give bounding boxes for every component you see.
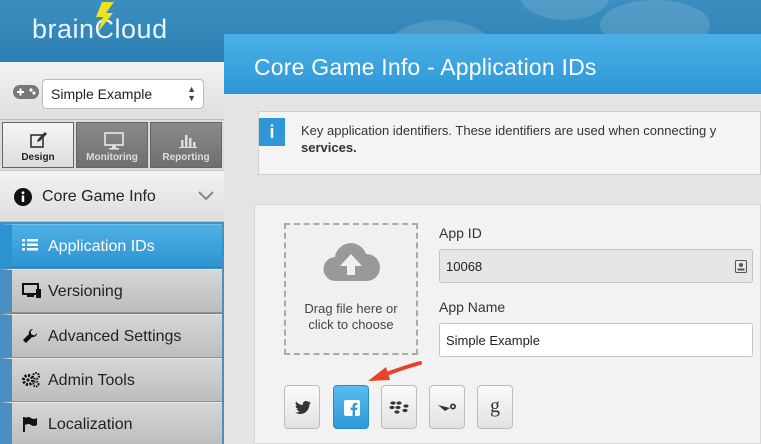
- app-info-panel: Drag file here or click to choose App ID…: [254, 204, 761, 444]
- app-select-value: Simple Example: [51, 86, 153, 102]
- bar-chart-icon: [179, 135, 197, 148]
- section-label: Core Game Info: [42, 188, 156, 205]
- id-card-icon: [735, 260, 747, 273]
- tab-label: Reporting: [162, 152, 210, 163]
- tab-label: Design: [21, 152, 55, 163]
- tab-reporting[interactable]: Reporting: [150, 122, 222, 168]
- info-text-bold: services.: [301, 140, 357, 155]
- brand-logo[interactable]: brainCloud: [32, 2, 168, 45]
- app-id-value: 10068: [446, 259, 483, 274]
- app-id-field[interactable]: 10068: [439, 249, 753, 283]
- tab-monitoring[interactable]: Monitoring: [76, 122, 148, 168]
- sidebar-item-application-ids[interactable]: Application IDs: [0, 224, 222, 268]
- sidebar-item-label: Localization: [48, 416, 133, 433]
- mode-tabs: Design Monitoring Reporting: [0, 120, 224, 170]
- flag-icon: [23, 417, 37, 432]
- bg-cloud: [520, 0, 610, 20]
- app-id-label: App ID: [439, 225, 482, 241]
- tab-label: Monitoring: [86, 152, 138, 163]
- image-upload-dropzone[interactable]: Drag file here or click to choose: [284, 223, 418, 355]
- sidebar-item-label: Versioning: [48, 283, 123, 300]
- sidebar-item-label: Admin Tools: [48, 372, 135, 389]
- sidebar-item-localization[interactable]: Localization: [0, 402, 222, 444]
- sidebar-item-label: Application IDs: [48, 238, 155, 255]
- gears-icon: [22, 372, 40, 388]
- select-arrows-icon: ▲ ▼: [187, 84, 196, 103]
- chevron-down-icon: [198, 191, 214, 201]
- steam-button[interactable]: [429, 385, 465, 429]
- main-content: Core Game Info - Application IDs i Key a…: [224, 34, 761, 444]
- dropzone-text: Drag file here or click to choose: [304, 301, 398, 332]
- section-core-game-info[interactable]: Core Game Info: [0, 170, 224, 222]
- app-name-value: Simple Example: [446, 333, 540, 348]
- app-select-dropdown[interactable]: Simple Example ▲ ▼: [42, 79, 204, 109]
- edit-icon: [30, 132, 47, 148]
- sidebar-item-label: Advanced Settings: [48, 328, 182, 345]
- info-circle-icon: [14, 188, 32, 206]
- app-selector-bar: Simple Example ▲ ▼: [0, 62, 224, 120]
- app-name-label: App Name: [439, 299, 506, 315]
- facebook-button[interactable]: [333, 385, 369, 429]
- monitor-icon: [22, 283, 41, 298]
- cloud-upload-icon: [323, 243, 380, 282]
- info-text: Key application identifiers. These ident…: [301, 123, 717, 138]
- annotation-arrow-icon: [368, 361, 422, 381]
- app-name-input[interactable]: Simple Example: [439, 323, 753, 357]
- tab-design[interactable]: Design: [2, 122, 74, 168]
- sidebar-item-admin-tools[interactable]: Admin Tools: [0, 358, 222, 402]
- sidebar-item-advanced-settings[interactable]: Advanced Settings: [0, 314, 222, 358]
- gamepad-icon: [13, 85, 39, 99]
- list-icon: [22, 239, 38, 251]
- sidebar-item-versioning[interactable]: Versioning: [0, 269, 222, 313]
- monitor-icon: [104, 132, 124, 150]
- page-title: Core Game Info - Application IDs: [254, 54, 597, 80]
- lightning-bolt-icon: [96, 2, 114, 32]
- twitter-button[interactable]: [284, 385, 320, 429]
- sidebar: Simple Example ▲ ▼ Design Monitoring Rep…: [0, 62, 224, 444]
- twitter-icon: [295, 401, 311, 414]
- facebook-icon: [344, 400, 360, 416]
- google-button[interactable]: g: [477, 385, 513, 429]
- info-message: i Key application identifiers. These ide…: [258, 111, 761, 175]
- info-badge-icon: i: [259, 118, 285, 146]
- google-icon: g: [490, 395, 500, 417]
- blackberry-button[interactable]: [381, 385, 417, 429]
- page-title-bar: Core Game Info - Application IDs: [224, 34, 761, 94]
- steam-icon: [438, 403, 456, 411]
- wrench-icon: [23, 328, 38, 343]
- blackberry-icon: [389, 401, 409, 414]
